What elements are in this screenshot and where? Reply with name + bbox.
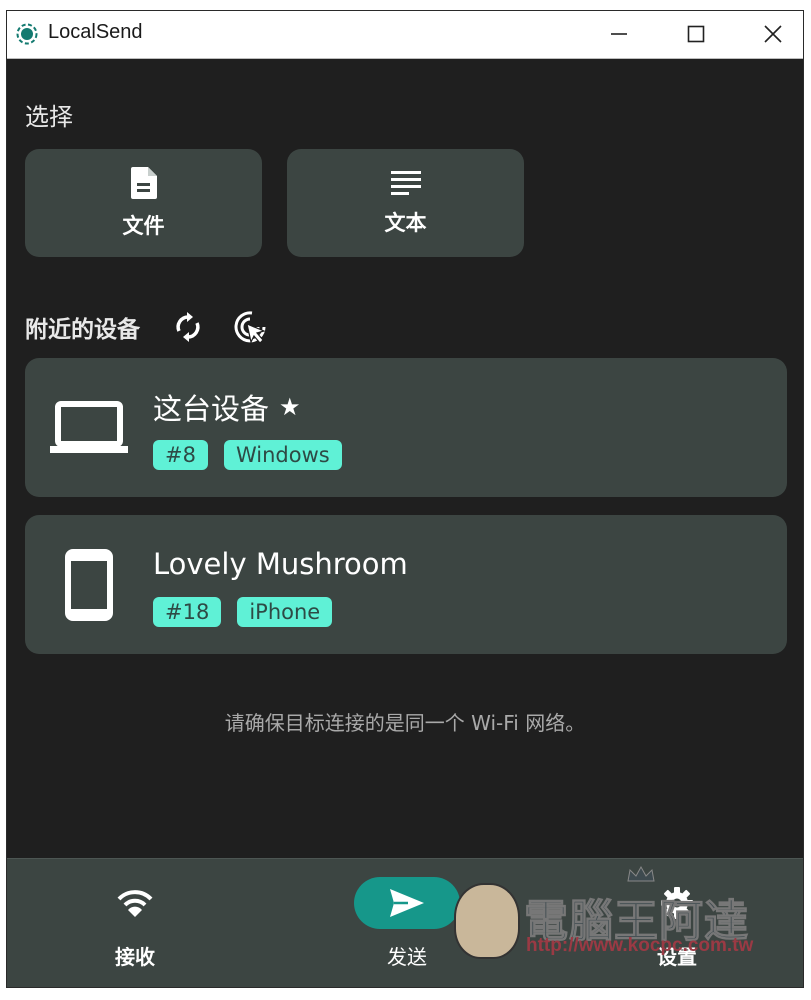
bottom-navigation: 接收 发送 设置 — [7, 858, 803, 987]
laptop-icon — [49, 394, 129, 462]
favorite-star-icon: ★ — [279, 393, 301, 421]
device-id-tag: #8 — [153, 440, 208, 470]
nav-settings-label: 设置 — [657, 945, 697, 969]
device-card[interactable]: 这台设备 ★ #8 Windows — [25, 358, 787, 497]
nav-settings[interactable]: 设置 — [607, 877, 747, 977]
localsend-logo-icon — [16, 23, 38, 45]
nearby-devices-title: 附近的设备 — [25, 317, 140, 343]
maximize-icon — [687, 25, 705, 43]
same-wifi-hint: 请确保目标连接的是同一个 Wi-Fi 网络。 — [224, 711, 586, 735]
send-icon — [390, 889, 424, 917]
nav-send[interactable]: 发送 — [337, 877, 477, 977]
select-section-title: 选择 — [25, 103, 73, 131]
nav-receive-label: 接收 — [115, 945, 155, 969]
file-icon — [130, 167, 157, 199]
device-name: 这台设备 — [153, 392, 270, 426]
app-window: LocalSend 选择 文件 文本 附近的设备 这台设备 ★ #8 Windo… — [6, 10, 804, 988]
manual-connect-button[interactable] — [232, 309, 268, 345]
phone-icon — [49, 549, 129, 621]
device-tags: #18 iPhone — [153, 597, 333, 627]
select-file-label: 文件 — [122, 214, 165, 238]
device-os-tag: iPhone — [237, 597, 333, 627]
close-button[interactable] — [741, 11, 803, 57]
select-text-button[interactable]: 文本 — [287, 149, 524, 257]
nav-receive[interactable]: 接收 — [65, 877, 205, 977]
device-card[interactable]: Lovely Mushroom #18 iPhone — [25, 515, 787, 654]
wifi-icon — [117, 890, 153, 917]
maximize-button[interactable] — [664, 11, 728, 57]
main-content: 选择 文件 文本 附近的设备 这台设备 ★ #8 Windows Lovely … — [7, 59, 803, 859]
select-file-button[interactable]: 文件 — [25, 149, 262, 257]
title-bar: LocalSend — [7, 11, 803, 59]
window-title: LocalSend — [48, 21, 143, 43]
target-cursor-icon — [234, 311, 266, 344]
nearby-devices-header: 附近的设备 — [25, 309, 268, 345]
device-name: Lovely Mushroom — [153, 547, 408, 581]
minimize-button[interactable] — [587, 11, 651, 57]
text-lines-icon — [390, 171, 421, 195]
device-id-tag: #18 — [153, 597, 222, 627]
device-tags: #8 Windows — [153, 440, 342, 470]
refresh-icon — [176, 312, 200, 342]
close-icon — [764, 25, 782, 43]
device-os-tag: Windows — [223, 440, 342, 470]
nav-send-label: 发送 — [387, 945, 427, 969]
gear-icon — [661, 887, 693, 919]
refresh-button[interactable] — [170, 309, 206, 345]
select-text-label: 文本 — [384, 211, 427, 235]
minimize-icon — [611, 33, 627, 35]
